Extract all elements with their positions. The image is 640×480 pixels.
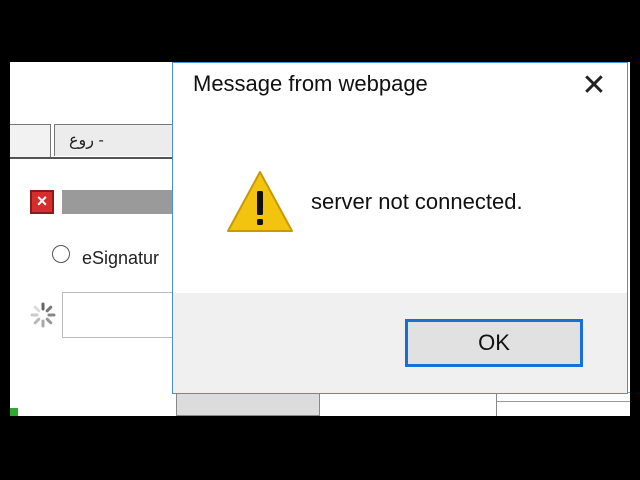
close-red-icon[interactable]: ×: [30, 190, 54, 214]
tab-left[interactable]: [10, 124, 51, 158]
dialog-title: Message from webpage: [193, 71, 428, 96]
warning-icon: [227, 171, 293, 232]
tab-underline: [10, 157, 180, 159]
signature-input[interactable]: [62, 292, 180, 338]
right-panel-lines: [496, 392, 630, 416]
esignature-radio-label: eSignatur: [82, 248, 160, 268]
background-button[interactable]: [176, 392, 320, 416]
tab-arabic[interactable]: - روع: [54, 124, 180, 156]
status-dot: [10, 408, 18, 416]
close-icon[interactable]: ✕: [577, 69, 611, 103]
esignature-radio[interactable]: [52, 245, 70, 263]
dialog-message: server not connected.: [311, 189, 523, 214]
gray-header-bar: [62, 190, 180, 214]
loading-spinner-icon: [30, 302, 56, 328]
ok-button[interactable]: OK: [405, 319, 583, 367]
dialog-footer: OK: [173, 293, 627, 393]
message-dialog: Message from webpage ✕ server not connec…: [172, 62, 628, 394]
